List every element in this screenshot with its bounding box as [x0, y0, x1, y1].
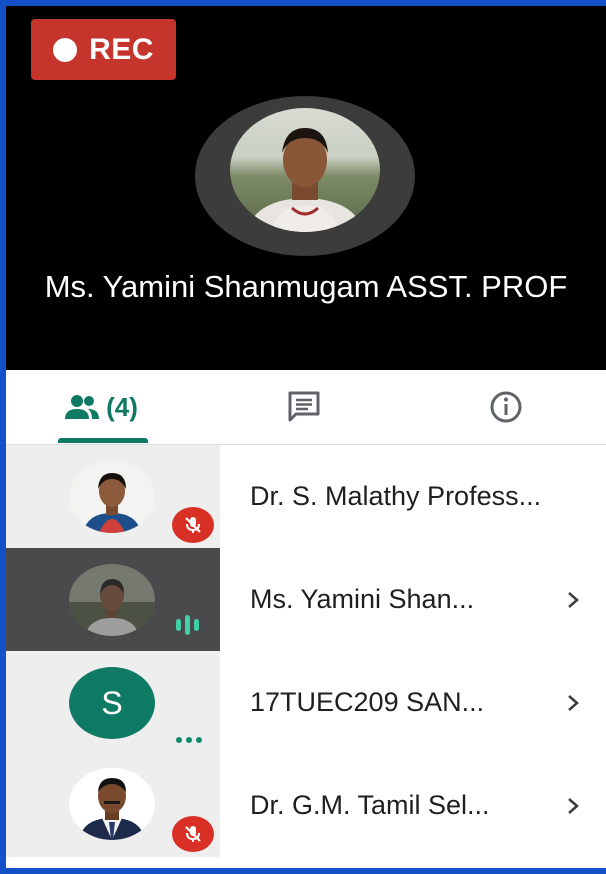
participant-avatar: [69, 461, 155, 533]
participant-row[interactable]: S 17TUEC209 SAN...: [6, 651, 606, 754]
tab-selected-indicator: [58, 438, 148, 443]
participant-row[interactable]: Dr. G.M. Tamil Sel...: [6, 754, 606, 857]
participant-row[interactable]: Dr. S. Malathy Profess...: [6, 445, 606, 548]
panel-tabs: (4): [6, 370, 606, 445]
speaker-avatar: [230, 108, 380, 232]
recording-label: REC: [89, 32, 154, 66]
people-icon: [65, 395, 100, 419]
speaking-indicator-icon: [176, 615, 199, 635]
info-icon: [490, 391, 522, 423]
tab-chat[interactable]: [264, 370, 344, 444]
participant-avatar: S: [69, 667, 155, 739]
meeting-panel: REC Ms. Yamini Shanmugam ASST. PROF (4) …: [6, 6, 606, 868]
record-dot-icon: [53, 37, 78, 62]
participants-list: Dr. S. Malathy Profess... Ms. Yamini Sha…: [6, 445, 606, 857]
participant-avatar: [69, 564, 155, 636]
speaker-name: Ms. Yamini Shanmugam ASST. PROF: [44, 269, 568, 304]
participant-name: 17TUEC209 SAN...: [250, 687, 485, 717]
chat-icon: [288, 391, 320, 422]
recording-badge: REC: [31, 19, 176, 80]
mic-muted-icon: [172, 507, 214, 543]
participant-name: Ms. Yamini Shan...: [250, 584, 475, 614]
participant-name: Dr. G.M. Tamil Sel...: [250, 790, 490, 820]
tab-people[interactable]: (4): [46, 370, 156, 444]
chevron-right-icon[interactable]: [566, 754, 580, 857]
mic-muted-icon: [172, 816, 214, 852]
participant-count: (4): [106, 391, 138, 422]
chevron-right-icon[interactable]: [566, 651, 580, 754]
participant-name: Dr. S. Malathy Profess...: [250, 481, 542, 511]
chevron-right-icon[interactable]: [566, 548, 580, 651]
active-speaker-video: REC Ms. Yamini Shanmugam ASST. PROF: [6, 6, 606, 370]
tab-info[interactable]: [466, 370, 546, 444]
participant-row[interactable]: Ms. Yamini Shan...: [6, 548, 606, 651]
more-dots-icon: [176, 737, 202, 743]
participant-avatar: [69, 768, 155, 840]
